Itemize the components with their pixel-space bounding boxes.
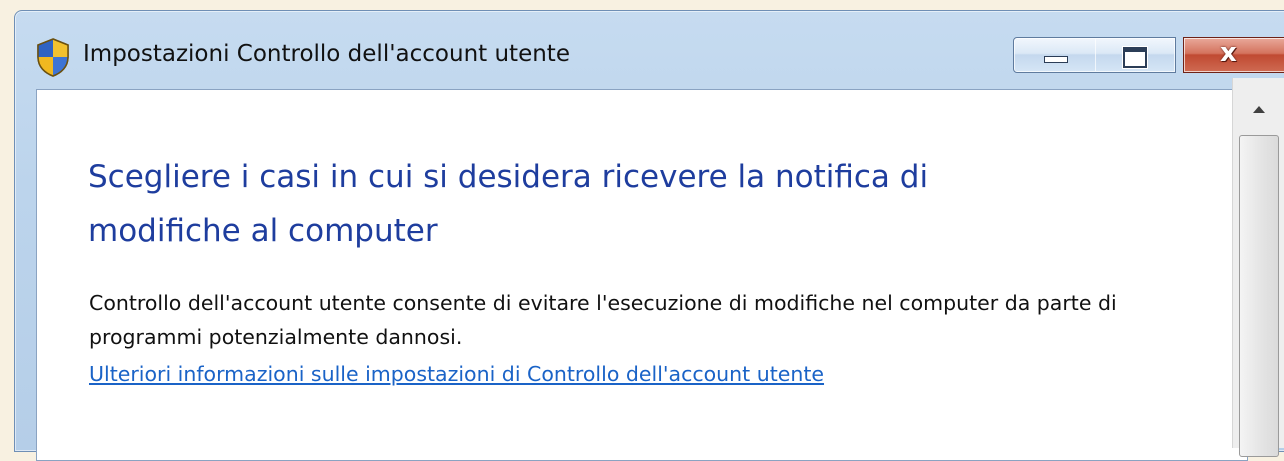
desktop-background: Impostazioni Controllo dell'account uten… bbox=[0, 0, 1284, 461]
window-title: Impostazioni Controllo dell'account uten… bbox=[83, 41, 570, 67]
close-button[interactable]: x bbox=[1183, 37, 1284, 73]
minimize-icon bbox=[1044, 56, 1068, 63]
more-info-link[interactable]: Ulteriori informazioni sulle impostazion… bbox=[89, 357, 824, 391]
arrow-up-icon bbox=[1253, 106, 1265, 113]
title-bar[interactable]: Impostazioni Controllo dell'account uten… bbox=[15, 11, 1284, 85]
maximize-button[interactable] bbox=[1095, 37, 1176, 73]
scroll-up-button[interactable] bbox=[1233, 78, 1284, 134]
minimize-button[interactable] bbox=[1013, 37, 1097, 73]
vertical-scrollbar[interactable] bbox=[1232, 78, 1284, 457]
page-heading: Scegliere i casi in cui si desidera rice… bbox=[88, 159, 929, 249]
maximize-icon bbox=[1123, 47, 1147, 68]
description-text: Controllo dell'account utente consente d… bbox=[89, 291, 1117, 349]
close-icon: x bbox=[1220, 38, 1237, 68]
uac-shield-icon bbox=[35, 37, 71, 77]
content-pane bbox=[36, 89, 1248, 461]
scroll-thumb[interactable] bbox=[1239, 135, 1279, 457]
